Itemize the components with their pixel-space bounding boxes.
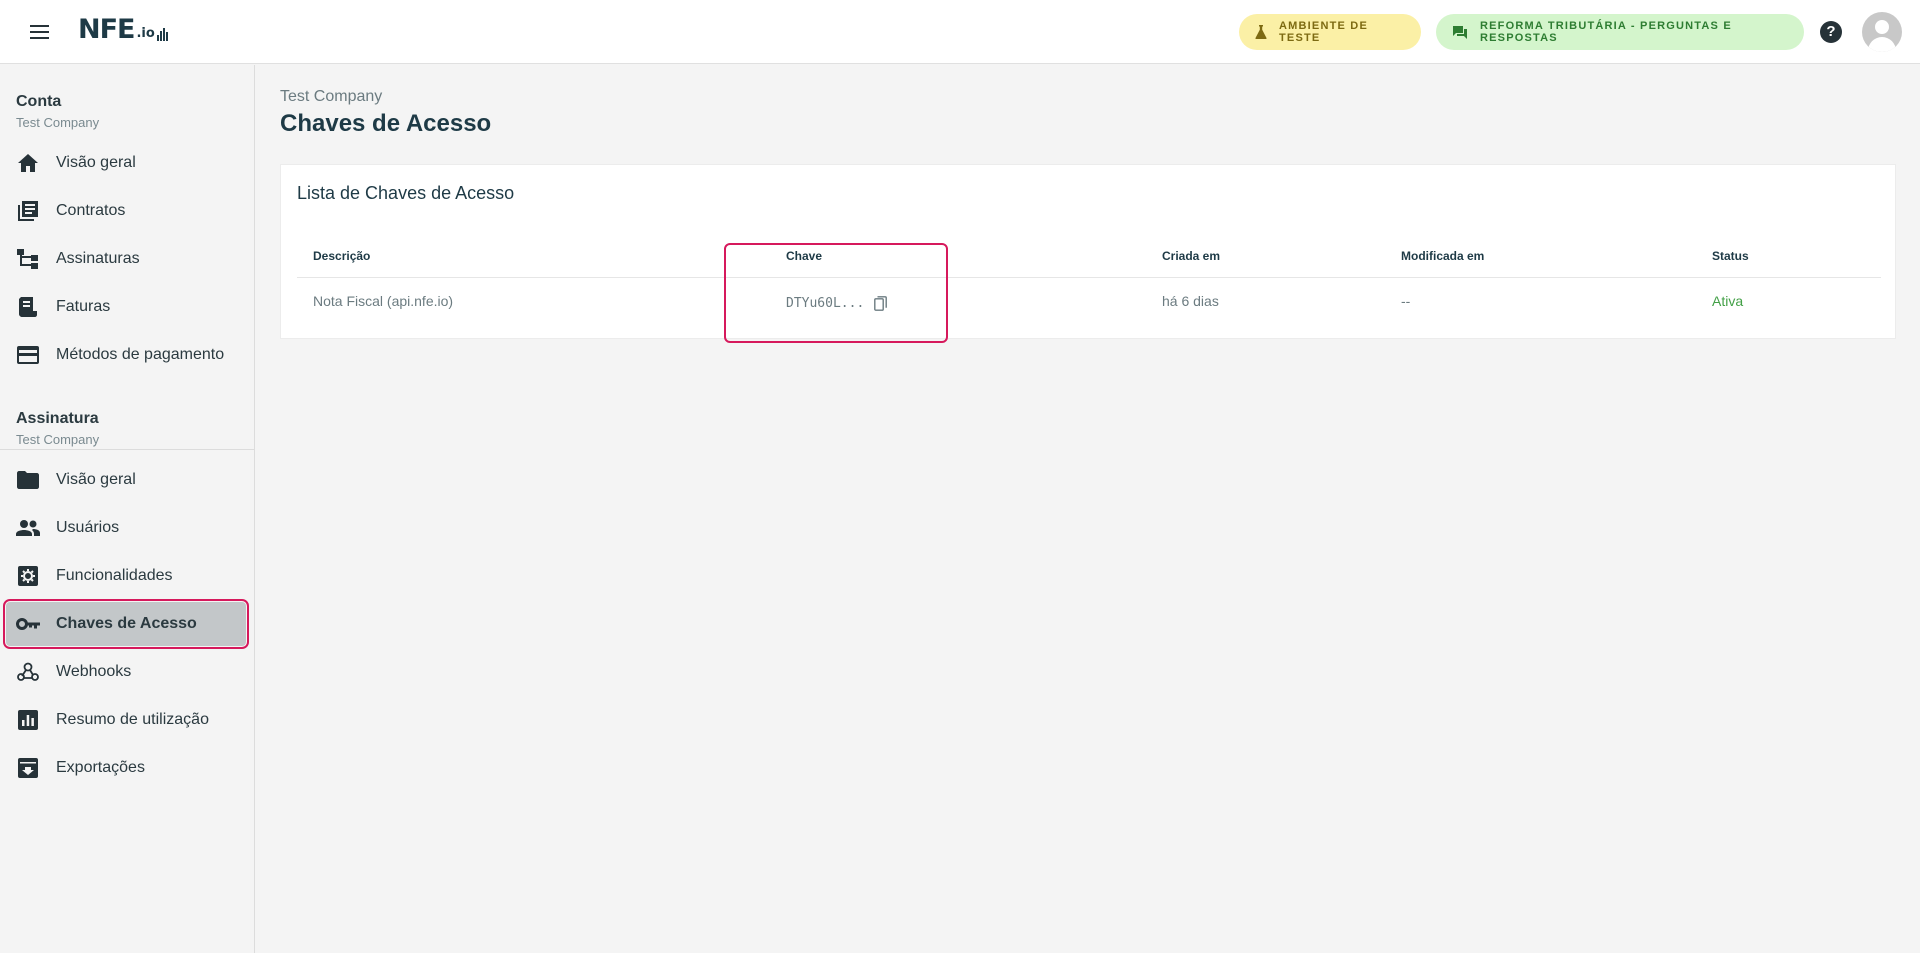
features-icon bbox=[16, 564, 40, 588]
sidebar-item-invoices[interactable]: Faturas bbox=[6, 285, 246, 329]
breadcrumb: Test Company bbox=[280, 88, 383, 105]
sidebar-item-access-keys[interactable]: Chaves de Acesso bbox=[3, 599, 249, 649]
invoices-icon bbox=[16, 295, 40, 319]
sidebar-item-label: Funcionalidades bbox=[56, 567, 173, 584]
sidebar-item-label: Chaves de Acesso bbox=[56, 615, 197, 632]
sidebar-item-subscription-overview[interactable]: Visão geral bbox=[6, 458, 246, 502]
page-title: Chaves de Acesso bbox=[280, 110, 492, 137]
logo-suffix: .io bbox=[136, 26, 155, 41]
nfe-logo[interactable]: NFE .io bbox=[78, 16, 168, 44]
sidebar-item-webhooks[interactable]: Webhooks bbox=[6, 650, 246, 694]
sidebar-item-label: Webhooks bbox=[56, 663, 132, 680]
account-section-subtitle: Test Company bbox=[16, 115, 100, 130]
column-header-created[interactable]: Criada em bbox=[1162, 249, 1220, 263]
sidebar-item-features[interactable]: Funcionalidades bbox=[6, 554, 246, 598]
sidebar-item-account-overview[interactable]: Visão geral bbox=[6, 141, 246, 185]
hamburger-menu-icon[interactable] bbox=[26, 20, 54, 44]
logo-bars-icon bbox=[156, 28, 168, 41]
test-environment-label: AMBIENTE DE TESTE bbox=[1279, 20, 1368, 44]
test-environment-button[interactable]: AMBIENTE DE TESTE bbox=[1239, 14, 1421, 50]
sidebar-item-subscriptions[interactable]: Assinaturas bbox=[6, 237, 246, 281]
column-header-description[interactable]: Descrição bbox=[313, 249, 370, 263]
sidebar-item-label: Contratos bbox=[56, 202, 126, 219]
table-header-divider bbox=[297, 277, 1881, 278]
users-icon bbox=[16, 516, 40, 540]
subscriptions-icon bbox=[16, 247, 40, 271]
sidebar-item-payment-methods[interactable]: Métodos de pagamento bbox=[6, 333, 246, 377]
contracts-icon bbox=[16, 199, 40, 223]
column-header-status[interactable]: Status bbox=[1712, 249, 1749, 263]
credit-card-icon bbox=[16, 343, 40, 367]
sidebar-item-usage-summary[interactable]: Resumo de utilização bbox=[6, 698, 246, 742]
sidebar: Conta Test Company Visão geral Contratos… bbox=[0, 65, 255, 953]
user-avatar[interactable] bbox=[1862, 12, 1902, 52]
sidebar-item-label: Métodos de pagamento bbox=[56, 346, 225, 363]
logo-text: NFE bbox=[78, 14, 135, 45]
sidebar-item-label: Resumo de utilização bbox=[56, 711, 209, 728]
archive-icon bbox=[16, 756, 40, 780]
sidebar-item-label: Visão geral bbox=[56, 471, 136, 488]
webhooks-icon bbox=[16, 660, 40, 684]
card-title: Lista de Chaves de Acesso bbox=[297, 183, 515, 203]
access-keys-card: Lista de Chaves de Acesso Descrição Chav… bbox=[280, 164, 1896, 343]
forum-icon bbox=[1452, 25, 1468, 40]
sidebar-item-exports[interactable]: Exportações bbox=[6, 746, 246, 790]
cell-created: há 6 dias bbox=[1162, 293, 1219, 309]
sidebar-item-label: Usuários bbox=[56, 519, 120, 536]
key-column-highlight bbox=[724, 243, 948, 343]
tax-reform-faq-button[interactable]: REFORMA TRIBUTÁRIA - PERGUNTAS E RESPOST… bbox=[1436, 14, 1804, 50]
flask-icon bbox=[1255, 25, 1267, 39]
tax-reform-label: REFORMA TRIBUTÁRIA - PERGUNTAS E RESPOST… bbox=[1480, 20, 1732, 44]
subscription-section-subtitle: Test Company bbox=[16, 432, 100, 447]
top-app-bar: NFE .io AMBIENTE DE TESTE REFORMA TRIBUT… bbox=[0, 0, 1920, 64]
sidebar-item-label: Exportações bbox=[56, 759, 145, 776]
cell-modified: -- bbox=[1401, 293, 1411, 309]
sidebar-item-contracts[interactable]: Contratos bbox=[6, 189, 246, 233]
home-icon bbox=[16, 151, 40, 175]
sidebar-divider bbox=[0, 449, 255, 450]
help-icon[interactable]: ? bbox=[1820, 21, 1842, 43]
chart-icon bbox=[16, 708, 40, 732]
sidebar-item-users[interactable]: Usuários bbox=[6, 506, 246, 550]
key-icon bbox=[16, 612, 40, 636]
subscription-section-title: Assinatura bbox=[16, 410, 99, 427]
status-badge: Ativa bbox=[1712, 293, 1744, 309]
folder-icon bbox=[16, 468, 40, 492]
sidebar-item-label: Faturas bbox=[56, 298, 111, 315]
column-header-modified[interactable]: Modificada em bbox=[1401, 249, 1484, 263]
sidebar-item-label: Visão geral bbox=[56, 154, 136, 171]
cell-description: Nota Fiscal (api.nfe.io) bbox=[313, 293, 454, 309]
account-section-title: Conta bbox=[16, 93, 62, 110]
sidebar-item-label: Assinaturas bbox=[56, 250, 140, 267]
